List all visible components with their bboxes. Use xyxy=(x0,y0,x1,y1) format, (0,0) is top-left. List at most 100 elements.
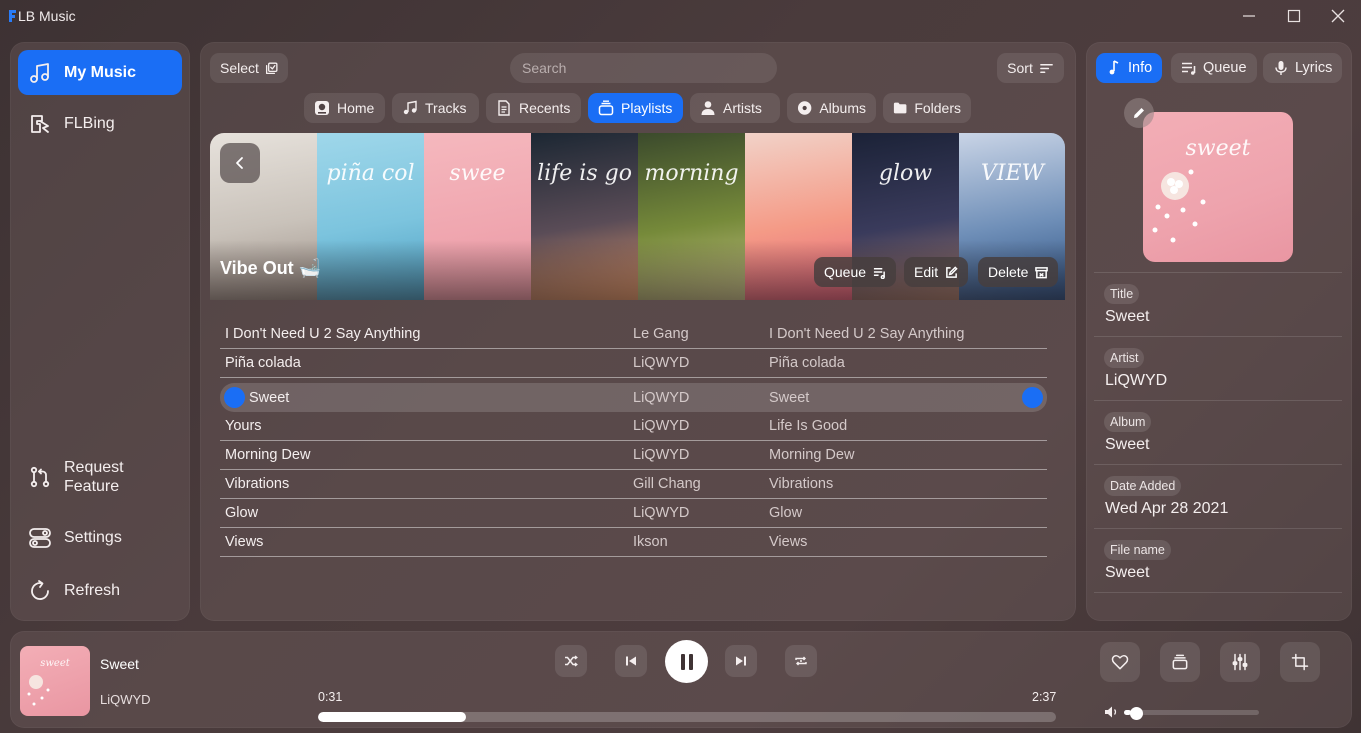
home-icon xyxy=(315,101,329,115)
person-icon xyxy=(701,101,715,115)
track-row[interactable]: Vibrations Gill Chang Vibrations xyxy=(220,470,1047,499)
search-input[interactable] xyxy=(510,53,777,83)
shuffle-button[interactable] xyxy=(555,645,587,677)
mini-player-button[interactable] xyxy=(1280,642,1320,682)
favorite-button[interactable] xyxy=(1100,642,1140,682)
sort-icon xyxy=(1039,63,1053,73)
playlist-icon xyxy=(1172,654,1188,670)
metadata-field: Date Added Wed Apr 28 2021 xyxy=(1094,464,1342,528)
track-artist: LiQWYD xyxy=(633,505,690,521)
sidebar-item-label: My Music xyxy=(64,64,137,81)
app-logo-icon xyxy=(9,10,16,22)
tab-queue[interactable]: Queue xyxy=(1171,53,1257,83)
flbing-icon xyxy=(31,114,49,133)
metadata-label: Album xyxy=(1104,412,1152,432)
previous-button[interactable] xyxy=(615,645,647,677)
playlist-banner: piña col swee life is go morning glow VIEW Vi… xyxy=(210,133,1065,300)
track-row[interactable]: Views Ikson Views xyxy=(220,528,1047,557)
track-row[interactable]: Yours LiQWYD Life Is Good xyxy=(220,412,1047,441)
metadata-value: Sweet xyxy=(1105,308,1150,325)
equalizer-button[interactable] xyxy=(1220,642,1260,682)
pencil-icon xyxy=(1134,108,1144,118)
edit-icon xyxy=(946,265,958,278)
tab-recents[interactable]: Recents xyxy=(486,93,581,123)
volume-slider-handle[interactable] xyxy=(1129,707,1143,720)
info-panel: Info Queue Lyrics sweet Title Sweet Artist… xyxy=(1086,42,1352,621)
divider xyxy=(1094,592,1342,593)
track-row[interactable]: Glow LiQWYD Glow xyxy=(220,499,1047,528)
microphone-icon xyxy=(1275,61,1287,75)
app-title: LB Music xyxy=(18,8,76,24)
cover-lettering: VIEW xyxy=(980,161,1045,186)
track-list: I Don't Need U 2 Say Anything Le Gang I Do… xyxy=(220,320,1047,557)
sidebar-item-label: FLBing xyxy=(64,115,115,132)
maximize-icon xyxy=(1287,9,1301,23)
playlist-name: Vibe Out 🛁 xyxy=(220,258,322,278)
chevron-left-icon xyxy=(236,157,243,169)
tab-label: Playlists xyxy=(621,100,673,116)
metadata-label: Artist xyxy=(1104,348,1145,368)
selection-indicator[interactable] xyxy=(224,387,245,408)
tab-folders[interactable]: Folders xyxy=(883,93,971,123)
close-button[interactable] xyxy=(1315,0,1361,32)
artwork-pattern xyxy=(27,675,50,706)
track-row[interactable]: I Don't Need U 2 Say Anything Le Gang I Do… xyxy=(220,320,1047,349)
edit-artwork-button[interactable] xyxy=(1124,98,1154,128)
track-title: Sweet xyxy=(249,389,290,406)
add-to-playlist-button[interactable] xyxy=(1160,642,1200,682)
now-playing-artist: LiQWYD xyxy=(100,692,151,707)
playlist-delete-label: Delete xyxy=(988,264,1029,280)
sort-button[interactable]: Sort xyxy=(997,53,1064,83)
sidebar-item-request-feature[interactable]: Request Feature xyxy=(18,454,182,500)
tab-label: Queue xyxy=(1203,60,1247,76)
sidebar-item-settings[interactable]: Settings xyxy=(18,515,182,560)
cover-lettering: life is go xyxy=(537,161,632,186)
music-note-icon xyxy=(1109,60,1119,75)
volume-icon[interactable] xyxy=(1103,704,1119,720)
minimize-button[interactable] xyxy=(1226,0,1272,32)
selection-indicator[interactable] xyxy=(1022,387,1043,408)
select-button[interactable]: Select xyxy=(210,53,288,83)
next-button[interactable] xyxy=(725,645,757,677)
tab-info[interactable]: Info xyxy=(1096,53,1163,83)
sidebar-item-my-music[interactable]: My Music xyxy=(18,50,182,95)
tab-lyrics[interactable]: Lyrics xyxy=(1263,53,1343,83)
tab-label: Tracks xyxy=(425,100,467,116)
pause-icon xyxy=(680,653,693,670)
track-album: I Don't Need U 2 Say Anything xyxy=(769,326,965,342)
tab-tracks[interactable]: Tracks xyxy=(392,93,479,123)
playlist-queue-label: Queue xyxy=(824,264,867,280)
playlist-queue-button[interactable]: Queue xyxy=(814,257,897,287)
track-row[interactable]: Piña colada LiQWYD Piña colada xyxy=(220,349,1047,378)
track-row[interactable]: Sweet LiQWYD Sweet xyxy=(220,383,1047,412)
cover-lettering: swee xyxy=(449,161,506,186)
total-duration: 2:37 xyxy=(1032,690,1057,704)
skip-next-icon xyxy=(736,656,746,666)
tab-albums[interactable]: Albums xyxy=(787,93,876,123)
tab-home[interactable]: Home xyxy=(304,93,385,123)
tab-artists[interactable]: Artists xyxy=(690,93,780,123)
queue-icon xyxy=(873,267,885,279)
folder-icon xyxy=(893,102,907,114)
tab-playlists[interactable]: Playlists xyxy=(588,93,683,123)
seek-bar-fill xyxy=(318,712,466,722)
track-artist: LiQWYD xyxy=(633,447,690,463)
back-button[interactable] xyxy=(220,143,260,183)
track-row[interactable]: Morning Dew LiQWYD Morning Dew xyxy=(220,441,1047,470)
metadata-label: Title xyxy=(1104,284,1140,304)
track-title: Vibrations xyxy=(225,476,290,492)
repeat-button[interactable] xyxy=(785,645,817,677)
playlist-edit-button[interactable]: Edit xyxy=(904,257,969,287)
seek-bar[interactable] xyxy=(318,712,1056,722)
track-album: Sweet xyxy=(769,389,810,406)
maximize-button[interactable] xyxy=(1271,0,1317,32)
sidebar-item-refresh[interactable]: Refresh xyxy=(18,568,182,613)
tab-label: Info xyxy=(1128,60,1153,76)
track-artist: Gill Chang xyxy=(633,476,701,492)
playlist-delete-button[interactable]: Delete xyxy=(978,257,1059,287)
now-playing-title: Sweet xyxy=(100,656,139,672)
toggles-icon xyxy=(29,527,51,548)
sidebar-item-flbing[interactable]: FLBing xyxy=(18,101,182,146)
play-pause-button[interactable] xyxy=(665,640,708,683)
volume-slider[interactable] xyxy=(1124,710,1259,715)
